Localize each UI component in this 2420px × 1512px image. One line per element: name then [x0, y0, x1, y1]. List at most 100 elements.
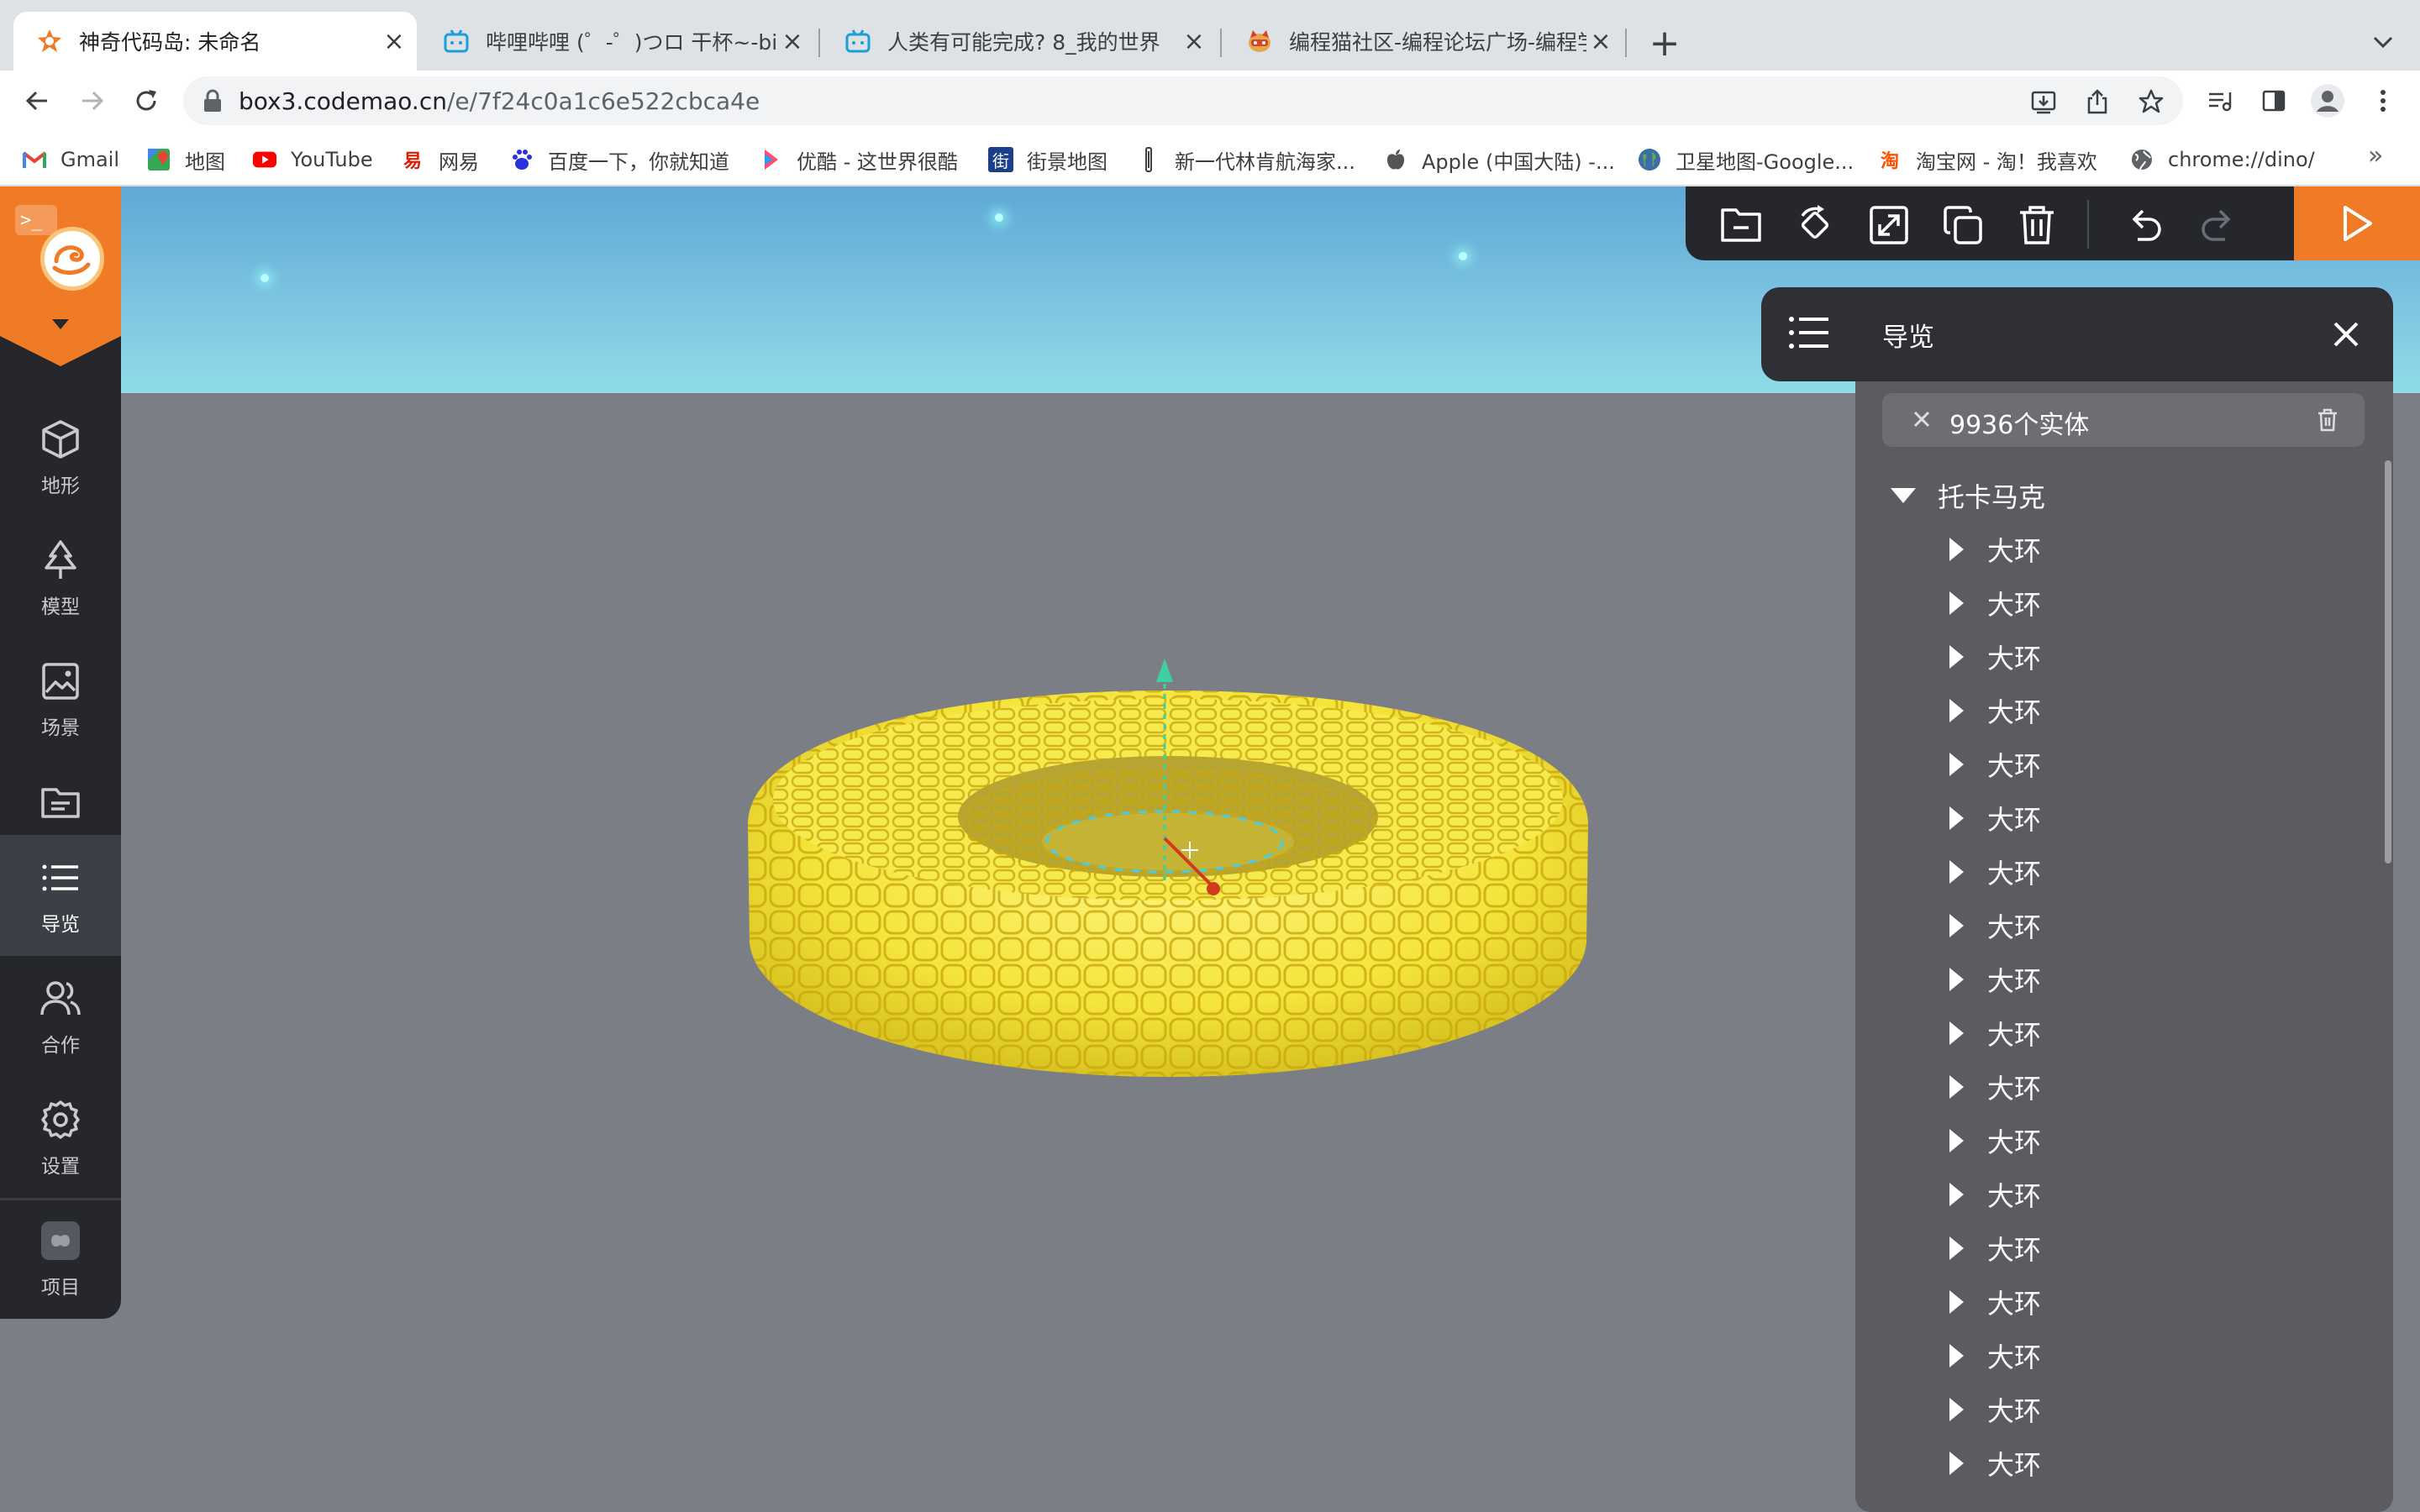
project-icon [37, 1217, 84, 1264]
caret-right-icon[interactable] [1949, 1344, 1964, 1368]
address-bar[interactable]: box3.codemao.cn/e/7f24c0a1c6e522cbca4e [183, 76, 2183, 125]
caret-right-icon[interactable] [1949, 1183, 1964, 1206]
bookmark-apple[interactable]: Apple (中国大陆) -... [1383, 143, 1615, 176]
sidebar-item-models[interactable]: 模型 [0, 517, 121, 638]
torus-model[interactable] [739, 640, 1597, 1110]
delete-button[interactable] [2013, 202, 2060, 249]
caret-right-icon[interactable] [1949, 860, 1964, 884]
caret-down-icon[interactable] [1891, 488, 1916, 503]
tree-item[interactable]: 大环 [1855, 845, 2376, 899]
caret-right-icon[interactable] [1949, 1398, 1964, 1421]
play-button[interactable] [2294, 186, 2420, 260]
bookmarks-overflow-button[interactable]: » [2368, 141, 2383, 171]
bookmark-chrome-dino[interactable]: chrome://dino/ [2129, 143, 2315, 176]
tab-bilibili[interactable]: 哔哩哔哩 (゜-゜)つロ 干杯~-bilibili × [420, 12, 815, 71]
bookmark-youku[interactable]: 优酷 - 这世界很酷 [758, 143, 958, 176]
sidebar-item-terrain[interactable]: 地形 [0, 396, 121, 517]
lock-icon[interactable] [202, 89, 224, 113]
tree-item-label: 大环 [1987, 965, 2042, 997]
caret-right-icon[interactable] [1949, 591, 1964, 615]
tab-codemao-community[interactable]: 编程猫社区-编程论坛广场-编程学习 × [1223, 12, 1623, 71]
tree-item[interactable]: 大环 [1855, 899, 2376, 953]
caret-right-icon[interactable] [1949, 968, 1964, 991]
undo-button[interactable] [2121, 202, 2168, 249]
caret-right-icon[interactable] [1949, 1452, 1964, 1475]
bookmark-youtube[interactable]: YouTube [252, 143, 373, 176]
tree-item[interactable]: 大环 [1855, 791, 2376, 845]
tree-group-tokamak[interactable]: 托卡马克 [1855, 469, 2376, 522]
bookmark-streetview[interactable]: 街 街景地图 [988, 143, 1107, 176]
bookmark-netease[interactable]: 易 网易 [400, 143, 479, 176]
caret-right-icon[interactable] [1949, 699, 1964, 722]
tree-item[interactable]: 大环 [1855, 1114, 2376, 1168]
codemao-logo-icon[interactable] [40, 227, 104, 291]
caret-right-icon[interactable] [1949, 1021, 1964, 1045]
tab-close-icon[interactable]: × [1180, 27, 1208, 56]
logo-area[interactable]: >_ [0, 186, 121, 336]
sidebar-item-settings[interactable]: 设置 [0, 1077, 121, 1198]
caret-right-icon[interactable] [1949, 753, 1964, 776]
reading-list-icon[interactable] [2198, 79, 2242, 123]
tab-search-chevron-icon[interactable] [2365, 24, 2402, 60]
collapse-folder-button[interactable] [1718, 202, 1765, 249]
caret-right-icon[interactable] [1949, 1290, 1964, 1314]
side-panel-icon[interactable] [2252, 79, 2296, 123]
bookmark-satellite-map[interactable]: 卫星地图-Google... [1637, 143, 1854, 176]
caret-right-icon[interactable] [1949, 1075, 1964, 1099]
forward-button[interactable] [71, 79, 114, 123]
bookmark-baidu[interactable]: 百度一下，你就知道 [509, 143, 729, 176]
bookmark-taobao[interactable]: 淘 淘宝网 - 淘！我喜欢 [1877, 143, 2097, 176]
tab-close-icon[interactable]: × [778, 27, 807, 56]
tree-item[interactable]: 大环 [1855, 1329, 2376, 1383]
share-icon[interactable] [2079, 83, 2116, 120]
sidebar-item-collaborate[interactable]: 合作 [0, 956, 121, 1077]
tree-item[interactable]: 大环 [1855, 1436, 2376, 1490]
entity-filter-field[interactable]: 9936个实体 [1882, 393, 2365, 447]
caret-right-icon[interactable] [1949, 538, 1964, 561]
bookmark-star-icon[interactable] [2133, 83, 2170, 120]
sidebar-item-scene[interactable]: 场景 [0, 638, 121, 759]
profile-avatar-icon[interactable] [2306, 79, 2349, 123]
redo-button[interactable] [2195, 202, 2242, 249]
duplicate-button[interactable] [1939, 202, 1986, 249]
caret-right-icon[interactable] [1949, 806, 1964, 830]
trash-icon[interactable] [2312, 405, 2343, 435]
caret-right-icon[interactable] [1949, 645, 1964, 669]
tree-item[interactable]: 大环 [1855, 1383, 2376, 1436]
back-button[interactable] [15, 79, 59, 123]
tab-close-icon[interactable]: × [380, 27, 408, 56]
new-tab-button[interactable]: + [1644, 22, 1686, 65]
tab-close-icon[interactable]: × [1586, 27, 1615, 56]
tree-item[interactable]: 大环 [1855, 684, 2376, 738]
bookmark-label: 优酷 - 这世界很酷 [797, 150, 958, 174]
tree-item[interactable]: 大环 [1855, 738, 2376, 791]
tree-item[interactable]: 大环 [1855, 953, 2376, 1006]
tree-item[interactable]: 大环 [1855, 576, 2376, 630]
bookmark-lincoln[interactable]: 新一代林肯航海家... [1136, 143, 1355, 176]
bookmark-gmail[interactable]: Gmail [22, 143, 119, 176]
caret-right-icon[interactable] [1949, 1236, 1964, 1260]
tree-item[interactable]: 大环 [1855, 630, 2376, 684]
tree-item[interactable]: 大环 [1855, 522, 2376, 576]
bookmark-maps[interactable]: 地图 [146, 143, 225, 176]
reload-button[interactable] [124, 79, 168, 123]
close-icon[interactable] [2324, 312, 2368, 356]
panel-scrollbar[interactable] [2385, 460, 2391, 864]
tree-item[interactable]: 大环 [1855, 1168, 2376, 1221]
tab-minecraft[interactable]: 人类有可能完成? 8_我的世界 × [822, 12, 1217, 71]
logo-dropdown-icon[interactable] [52, 319, 69, 329]
install-app-icon[interactable] [2025, 83, 2062, 120]
rotate-tool-button[interactable] [1791, 202, 1839, 249]
sidebar-item-project[interactable]: 项目 [0, 1198, 121, 1319]
tab-codemao-island[interactable]: 神奇代码岛: 未命名 × [13, 12, 417, 71]
tree-item[interactable]: 大环 [1855, 1221, 2376, 1275]
caret-right-icon[interactable] [1949, 1129, 1964, 1152]
clear-filter-icon[interactable] [1907, 405, 1936, 433]
tree-item[interactable]: 大环 [1855, 1006, 2376, 1060]
tree-item[interactable]: 大环 [1855, 1275, 2376, 1329]
scale-tool-button[interactable] [1865, 202, 1912, 249]
sidebar-item-navigation[interactable]: 导览 [0, 835, 121, 956]
caret-right-icon[interactable] [1949, 914, 1964, 937]
tree-item[interactable]: 大环 [1855, 1060, 2376, 1114]
more-menu-icon[interactable] [2361, 79, 2405, 123]
